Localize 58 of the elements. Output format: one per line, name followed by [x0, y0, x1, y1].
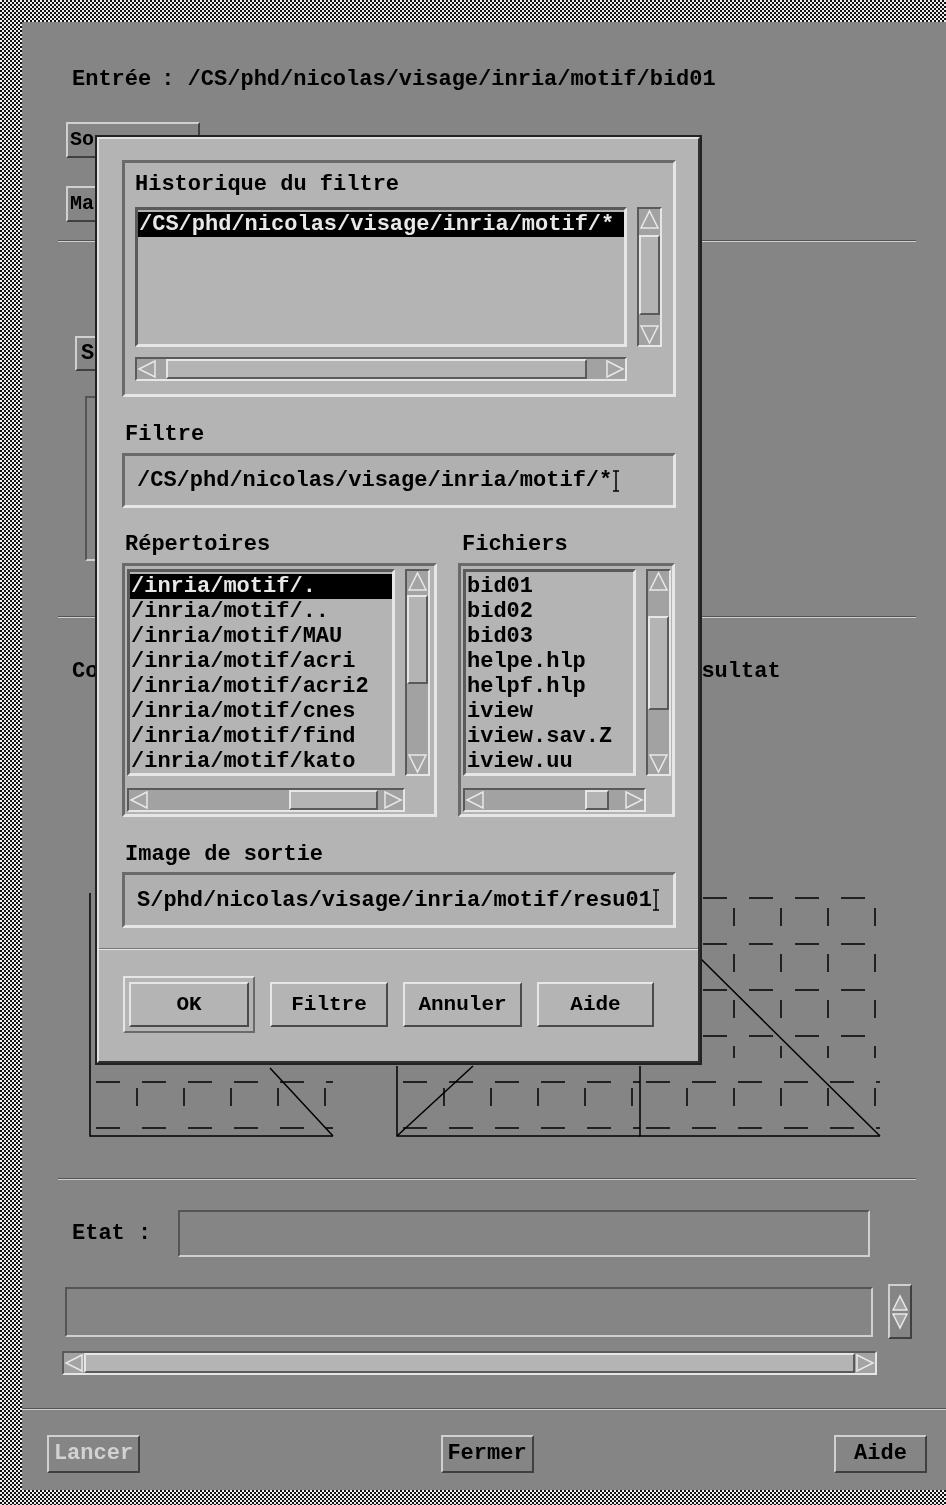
list-item[interactable]: bid01: [466, 574, 633, 599]
scrollbar[interactable]: [637, 207, 662, 347]
scrollbar[interactable]: [405, 569, 430, 776]
list-item[interactable]: helpe.hlp: [466, 649, 633, 674]
list-item[interactable]: bid03: [466, 624, 633, 649]
list-item[interactable]: /inria/motif/cnes: [130, 699, 392, 724]
scrollbar-thumb[interactable]: [84, 1353, 855, 1373]
scrollbar[interactable]: [646, 569, 671, 776]
input-field[interactable]: S/phd/nicolas/visage/inria/motif/resu01: [122, 872, 676, 928]
list-item[interactable]: /inria/motif/acri: [130, 649, 392, 674]
text-area[interactable]: [65, 1286, 873, 1337]
section-label: sultat: [701, 657, 781, 686]
button[interactable]: Filtre: [270, 982, 388, 1027]
scroll-down-icon[interactable]: [891, 1311, 909, 1330]
button[interactable]: OK: [129, 982, 249, 1027]
list-item[interactable]: /inria/motif/.: [130, 574, 392, 599]
file-list[interactable]: /CS/phd/nicolas/visage/inria/motif/*: [135, 207, 627, 347]
scrollbar-thumb[interactable]: [585, 790, 609, 810]
list-item[interactable]: iview.sav.Z: [466, 724, 633, 749]
list-item[interactable]: /inria/motif/find: [130, 724, 392, 749]
list-label: Répertoires: [125, 532, 272, 558]
spin-button[interactable]: [888, 1284, 912, 1339]
scrollbar[interactable]: [463, 788, 646, 812]
list-label: Fichiers: [462, 532, 568, 558]
file-path: : /CS/phd/nicolas/visage/inria/motif/bid01: [161, 65, 716, 94]
button[interactable]: Aide: [537, 982, 654, 1027]
group-label: Historique du filtre: [135, 172, 401, 198]
list-item[interactable]: iview.uu: [466, 749, 633, 773]
scrollbar-thumb[interactable]: [289, 790, 379, 810]
scrollbar-thumb[interactable]: [165, 359, 588, 379]
input-field[interactable]: [178, 1210, 870, 1257]
scrollbar-thumb[interactable]: [407, 595, 428, 684]
file-list[interactable]: bid01 bid02 bid03 helpe.hlp helpf.hlp iview iview.sav.Z iview.uu: [463, 569, 636, 776]
list-item[interactable]: /inria/motif/MAU: [130, 624, 392, 649]
scrollbar[interactable]: [135, 357, 627, 381]
list-item[interactable]: /inria/motif/acri2: [130, 674, 392, 699]
button[interactable]: Fermer: [440, 1435, 534, 1473]
text-cursor-icon[interactable]: [651, 889, 660, 911]
field-label: Etat :: [72, 1220, 153, 1248]
list-item[interactable]: iview: [466, 699, 633, 724]
scrollbar-thumb[interactable]: [648, 616, 669, 710]
input-field[interactable]: /CS/phd/nicolas/visage/inria/motif/*: [122, 453, 676, 508]
file-list[interactable]: /inria/motif/. /inria/motif/.. /inria/motif/MAU /inria/motif/acri /inria/motif/acri2 /inria/motif/cnes /inria/motif/find /inria/motif/kato: [127, 569, 395, 776]
button[interactable]: Aide: [834, 1435, 927, 1473]
field-label: Filtre: [125, 422, 206, 448]
list-item[interactable]: bid02: [466, 599, 633, 624]
text-cursor-icon[interactable]: [612, 469, 621, 492]
list-item[interactable]: /CS/phd/nicolas/visage/inria/motif/*: [138, 212, 624, 237]
list-item[interactable]: /inria/motif/kato: [130, 749, 392, 773]
scrollbar-thumb[interactable]: [639, 234, 660, 315]
field-label: Entrée: [72, 65, 152, 94]
button[interactable]: Annuler: [403, 982, 522, 1027]
scrollbar[interactable]: [127, 788, 405, 812]
list-item[interactable]: helpf.hlp: [466, 674, 633, 699]
list-item[interactable]: /inria/motif/..: [130, 599, 392, 624]
scrollbar[interactable]: [62, 1351, 877, 1375]
scroll-up-icon[interactable]: [891, 1293, 909, 1312]
field-label: Image de sortie: [125, 842, 325, 868]
